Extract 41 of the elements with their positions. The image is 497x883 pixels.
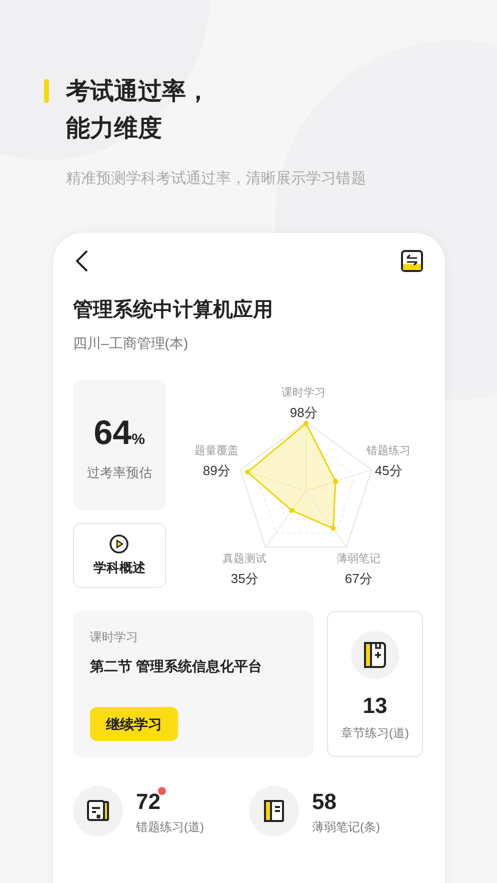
stat-label: 错题练习(道) — [136, 819, 204, 836]
headline: 考试通过率， — [66, 77, 210, 107]
pass-rate-label: 过考率预估 — [86, 464, 152, 482]
back-icon[interactable] — [75, 249, 89, 273]
subtitle: 精准预测学科考试通过率，清晰展示学习错题 — [66, 169, 367, 189]
data-point — [332, 478, 338, 484]
data-point — [303, 420, 308, 426]
axis-score: 89分 — [202, 462, 230, 480]
data-point — [330, 526, 336, 531]
course-title: 管理系统中计算机应用 — [73, 298, 274, 323]
axis-label: 错题练习 — [366, 444, 411, 459]
axis-score: 35分 — [230, 570, 258, 588]
chapter-label: 章节练习(道) — [341, 725, 409, 742]
book-plus-icon — [362, 641, 388, 669]
chapter-practice-card[interactable]: 13 章节练习(道) — [327, 611, 423, 757]
headline: 能力维度 — [66, 114, 163, 144]
overview-button[interactable]: 学科概述 — [73, 523, 166, 588]
play-icon — [109, 534, 130, 554]
continue-button[interactable]: 继续学习 — [90, 707, 178, 741]
axis-label: 真题测试 — [222, 552, 267, 567]
data-point — [288, 508, 294, 514]
swap-icon[interactable] — [401, 250, 423, 272]
accent-bar — [44, 79, 49, 103]
pass-rate-value: 64 — [94, 412, 132, 454]
pass-rate-unit: % — [132, 430, 145, 450]
stat-count: 72 — [136, 789, 160, 814]
wrong-answers-icon — [85, 798, 111, 824]
stat-count: 58 — [312, 789, 336, 814]
stat-label: 薄弱笔记(条) — [312, 819, 380, 836]
lesson-caption: 课时学习 — [90, 629, 138, 646]
lesson-title: 第二节 管理系统信息化平台 — [90, 657, 262, 676]
axis-score: 67分 — [344, 570, 372, 588]
axis-label: 题量覆盖 — [194, 444, 239, 459]
axis-score: 45分 — [374, 462, 402, 480]
chapter-count: 13 — [362, 692, 388, 720]
data-point — [244, 470, 250, 475]
course-subtitle: 四川–工商管理(本) — [73, 334, 190, 353]
axis-label: 薄弱笔记 — [336, 552, 381, 567]
notebook-icon — [261, 798, 287, 824]
axis-score: 98分 — [290, 404, 318, 422]
axis-label: 课时学习 — [282, 386, 326, 401]
